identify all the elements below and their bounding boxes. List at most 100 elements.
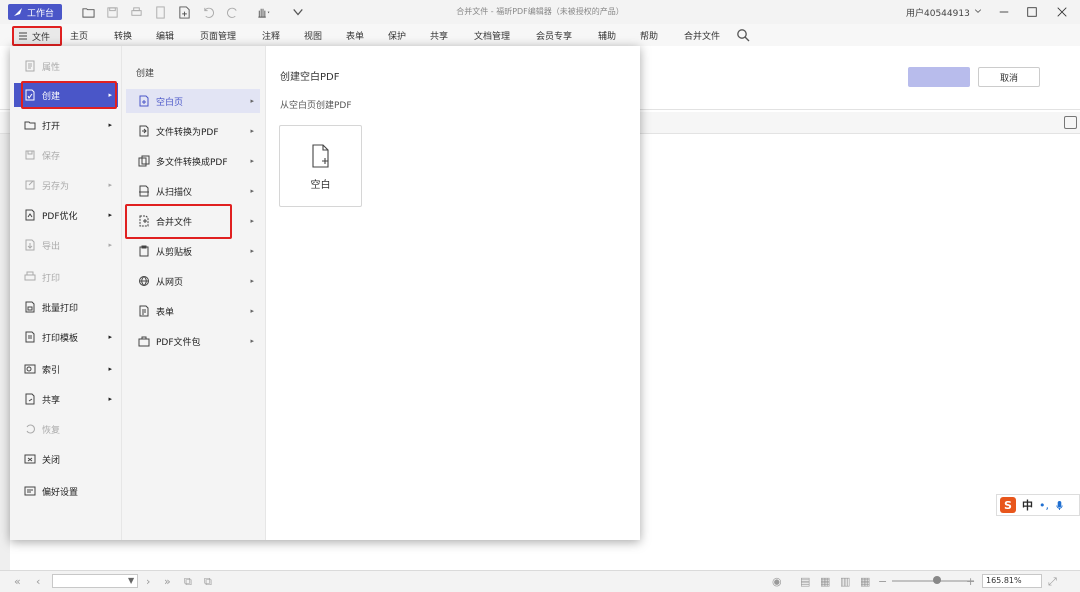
workbench-button[interactable]: 工作台 <box>8 4 62 20</box>
fit-page-icon[interactable]: ⧉ <box>204 575 212 589</box>
tab-convert[interactable]: 转换 <box>114 29 132 42</box>
zoom-in-icon[interactable]: + <box>966 575 975 588</box>
create-item-blank-page[interactable]: 空白页 ▸ <box>126 89 260 113</box>
menu-item-restore[interactable]: 恢复 <box>14 417 118 441</box>
web-page-icon <box>139 276 149 287</box>
menu-item-index[interactable]: 索引 ▸ <box>14 357 118 381</box>
create-item-clipboard[interactable]: 从剪贴板 ▸ <box>126 239 260 263</box>
new-document-icon[interactable] <box>176 4 192 20</box>
menu-item-pdf-optimize[interactable]: PDF优化 ▸ <box>14 203 118 227</box>
menu-item-open[interactable]: 打开 ▸ <box>14 113 118 137</box>
document-icon[interactable] <box>152 4 168 20</box>
tab-merge-files[interactable]: 合并文件 <box>684 29 720 42</box>
menu-item-label: 属性 <box>42 62 61 73</box>
redo-icon[interactable] <box>224 4 240 20</box>
menu-item-label: 恢复 <box>42 425 61 436</box>
tab-member[interactable]: 会员专享 <box>536 29 572 42</box>
maximize-icon[interactable] <box>1022 2 1042 22</box>
tab-home[interactable]: 主页 <box>70 29 88 42</box>
create-item-pdf-portfolio[interactable]: PDF文件包 ▸ <box>126 329 260 353</box>
menu-item-save[interactable]: 保存 <box>14 143 118 167</box>
tab-edit[interactable]: 编辑 <box>156 29 174 42</box>
create-item-file-to-pdf[interactable]: 文件转换为PDF ▸ <box>126 119 260 143</box>
menu-item-close[interactable]: 关闭 <box>14 447 118 471</box>
cancel-button[interactable]: 取消 <box>978 67 1040 87</box>
zoom-level-field[interactable]: 165.81% <box>982 574 1042 588</box>
search-icon[interactable] <box>736 28 750 42</box>
confirm-button[interactable] <box>908 67 970 87</box>
create-item-label: 空白页 <box>156 97 184 108</box>
single-page-icon[interactable]: ▤ <box>800 575 810 588</box>
tab-comment[interactable]: 注释 <box>262 29 280 42</box>
dropdown-arrow-icon[interactable] <box>968 1 988 21</box>
blank-pdf-card[interactable]: 空白 <box>279 125 362 207</box>
form-icon <box>139 305 149 317</box>
tab-file[interactable]: 文件 <box>12 26 62 46</box>
menu-item-preferences[interactable]: 偏好设置 <box>14 479 118 503</box>
menu-item-label: 打印模板 <box>42 333 79 344</box>
ime-language[interactable]: 中 <box>1022 497 1033 513</box>
submenu-arrow-icon: ▸ <box>250 247 254 255</box>
zoom-out-icon[interactable]: − <box>878 575 887 588</box>
continuous-facing-icon[interactable]: ▦ <box>860 575 870 588</box>
microphone-icon[interactable] <box>1055 500 1064 511</box>
minimize-icon[interactable] <box>994 2 1014 22</box>
menu-item-export[interactable]: 导出 ▸ <box>14 233 118 257</box>
ime-toolbar[interactable]: S 中 •, <box>996 494 1080 516</box>
workbench-label: 工作台 <box>27 8 55 19</box>
menu-item-print[interactable]: 打印 <box>14 265 118 289</box>
user-account[interactable]: 用户40544913 <box>906 6 970 19</box>
menu-item-print-template[interactable]: 打印模板 ▸ <box>14 325 118 349</box>
eye-icon[interactable]: ◉ <box>772 575 782 588</box>
tab-file-label: 文件 <box>32 32 51 43</box>
facing-page-icon[interactable]: ▥ <box>840 575 850 588</box>
file-menu-panel: 属性 创建 ▸ 打开 ▸ 保存 另存为 ▸ PDF优化 ▸ 导出 ▸ 打印 批量… <box>10 46 640 540</box>
page-number-input[interactable] <box>52 574 138 588</box>
create-item-scanner[interactable]: 从扫描仪 ▸ <box>126 179 260 203</box>
menu-item-label: 关闭 <box>42 455 61 466</box>
title-bar: 工作台 合并文件 - 福昕PDF编辑器（未被授权的产品） 用户40544913 <box>0 0 1080 24</box>
save-icon[interactable] <box>104 4 120 20</box>
create-item-merge-files[interactable]: 合并文件 ▸ <box>126 209 260 233</box>
first-page-icon[interactable]: « <box>14 575 21 588</box>
save-icon <box>25 150 35 160</box>
last-page-icon[interactable]: » <box>164 575 171 588</box>
undo-icon[interactable] <box>200 4 216 20</box>
tab-form[interactable]: 表单 <box>346 29 364 42</box>
menu-item-share[interactable]: 共享 ▸ <box>14 387 118 411</box>
fullscreen-icon[interactable]: ⤢ <box>1048 575 1057 589</box>
clipboard-icon <box>139 245 149 257</box>
copy-page-icon[interactable]: ⧉ <box>184 575 192 589</box>
create-item-form[interactable]: 表单 ▸ <box>126 299 260 323</box>
open-icon <box>24 121 36 130</box>
continuous-page-icon[interactable]: ▦ <box>820 575 830 588</box>
menu-item-properties[interactable]: 属性 <box>14 54 118 78</box>
chevron-down-icon[interactable] <box>290 4 306 20</box>
tab-share[interactable]: 共享 <box>430 29 448 42</box>
tab-page-management[interactable]: 页面管理 <box>200 29 236 42</box>
menu-item-batch-print[interactable]: 批量打印 <box>14 295 118 319</box>
open-folder-icon[interactable] <box>80 4 96 20</box>
menu-item-create[interactable]: 创建 ▸ <box>14 83 118 107</box>
submenu-arrow-icon: ▸ <box>108 91 112 99</box>
hand-tool-icon[interactable] <box>252 4 274 20</box>
print-icon[interactable] <box>128 4 144 20</box>
multi-file-to-pdf-icon <box>138 155 150 167</box>
menu-item-save-as[interactable]: 另存为 ▸ <box>14 173 118 197</box>
tab-protect[interactable]: 保护 <box>388 29 406 42</box>
tab-help[interactable]: 帮助 <box>640 29 658 42</box>
previous-page-icon[interactable]: ‹ <box>36 575 40 588</box>
scanner-icon <box>139 185 149 197</box>
close-window-icon[interactable] <box>1052 2 1072 22</box>
close-icon <box>24 454 36 464</box>
tab-view[interactable]: 视图 <box>304 29 322 42</box>
create-item-multi-file-to-pdf[interactable]: 多文件转换成PDF ▸ <box>126 149 260 173</box>
menu-item-label: 共享 <box>42 395 61 406</box>
tab-document-management[interactable]: 文档管理 <box>474 29 510 42</box>
page-dropdown-icon[interactable]: ▼ <box>128 576 134 585</box>
layout-switch-icon[interactable] <box>1064 116 1077 129</box>
create-item-web-page[interactable]: 从网页 ▸ <box>126 269 260 293</box>
next-page-icon[interactable]: › <box>146 575 150 588</box>
tab-accessibility[interactable]: 辅助 <box>598 29 616 42</box>
punctuation-icon[interactable]: •, <box>1039 499 1049 512</box>
